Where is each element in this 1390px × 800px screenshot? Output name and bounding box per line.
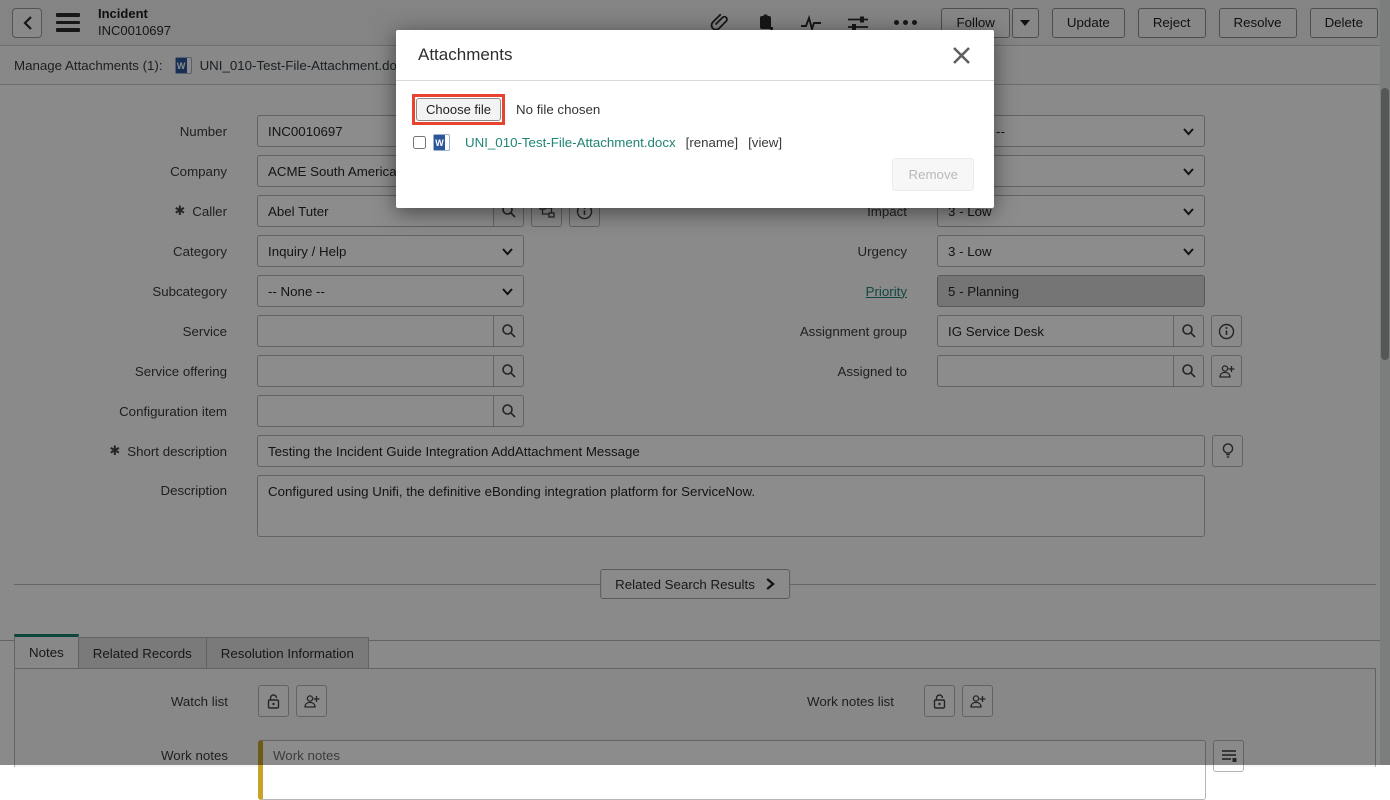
modal-title: Attachments (418, 45, 513, 65)
no-file-chosen-text: No file chosen (516, 102, 600, 117)
choose-file-highlight: Choose file (412, 94, 505, 125)
modal-header: Attachments (396, 30, 994, 81)
modal-body: Choose file No file chosen W UNI_010-Tes… (396, 81, 994, 207)
rename-link[interactable]: [rename] (686, 135, 738, 150)
attachment-list-item: W UNI_010-Test-File-Attachment.docx [ren… (413, 134, 782, 151)
attachments-modal: Attachments Choose file No file chosen W… (396, 30, 994, 208)
attachment-file-link[interactable]: UNI_010-Test-File-Attachment.docx (465, 135, 676, 150)
file-upload-row: Choose file No file chosen (412, 94, 600, 125)
choose-file-button[interactable]: Choose file (416, 98, 501, 121)
word-file-icon: W (433, 134, 450, 151)
view-link[interactable]: [view] (748, 135, 782, 150)
remove-button[interactable]: Remove (892, 158, 974, 191)
modal-close-button[interactable] (951, 45, 972, 66)
close-icon (951, 45, 972, 66)
attachment-checkbox[interactable] (413, 136, 426, 149)
